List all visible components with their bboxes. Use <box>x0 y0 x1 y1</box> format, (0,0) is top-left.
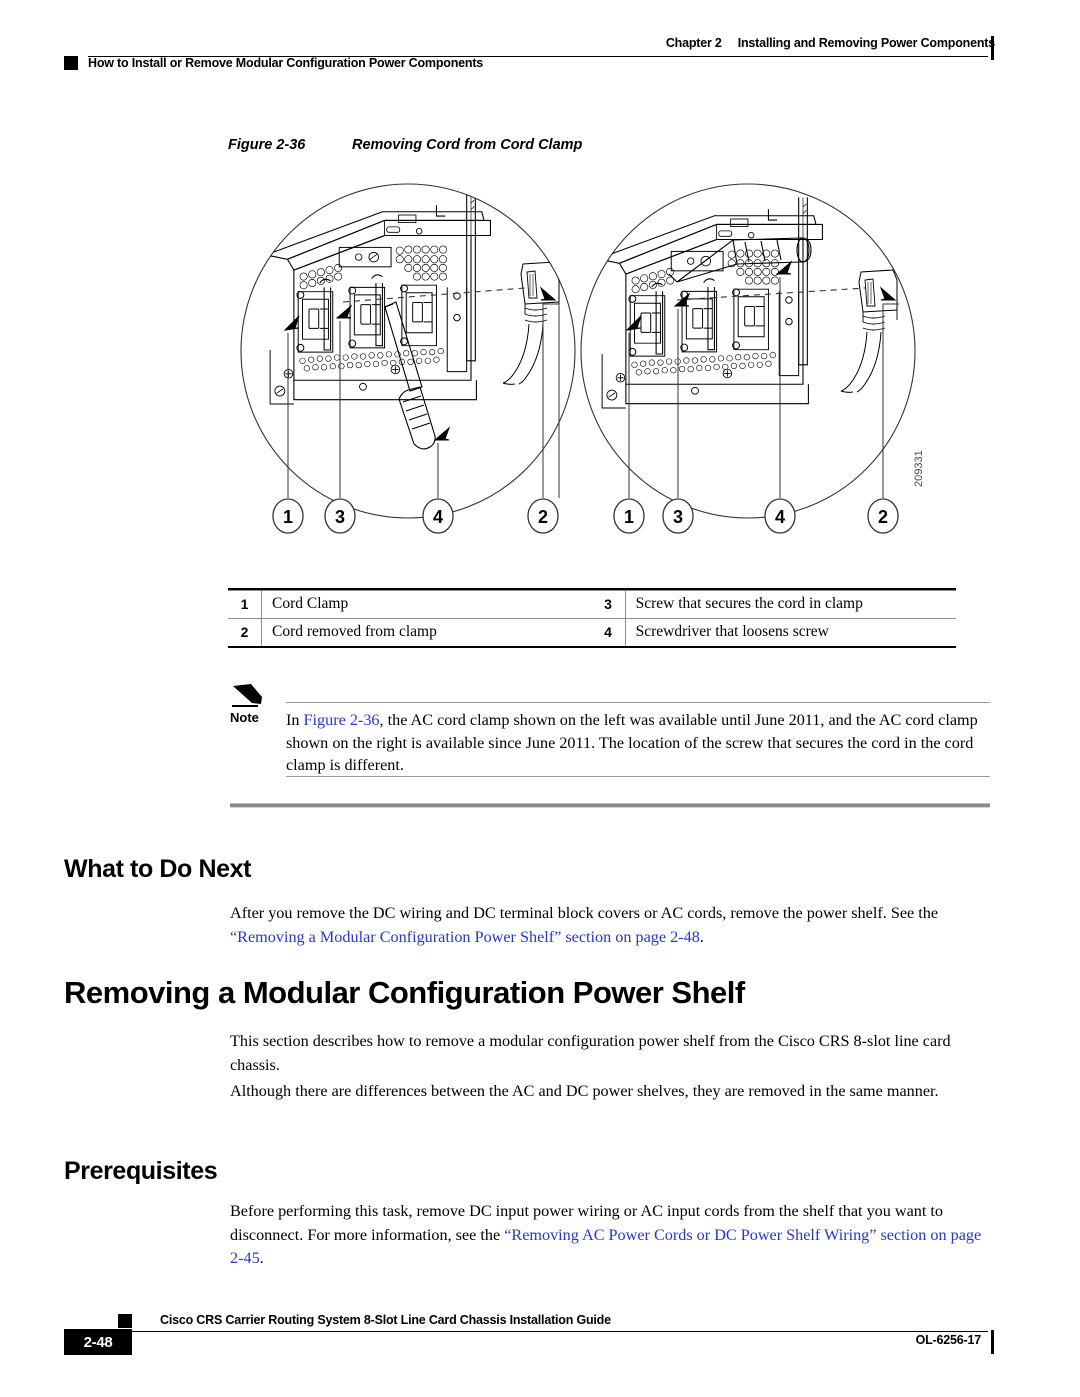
paragraph-main-1: This section describes how to remove a m… <box>230 1032 951 1074</box>
figure-label: Figure 2-36 <box>228 137 306 153</box>
note-text: In Figure 2-36, the AC cord clamp shown … <box>286 709 994 777</box>
page-footer: Cisco CRS Carrier Routing System 8-Slot … <box>0 1300 1080 1390</box>
legend-number: 3 <box>591 590 626 619</box>
legend-number: 1 <box>228 590 262 619</box>
footer-edge-tick <box>991 1330 994 1354</box>
figure-caption: Figure 2-36 Removing Cord from Cord Clamp <box>228 137 582 153</box>
footer-doc-id: OL-6256-17 <box>915 1333 982 1347</box>
page-header: Chapter 2 Installing and Removing Power C… <box>0 0 1080 90</box>
callout-2-right: 2 <box>867 498 899 534</box>
svg-text:4: 4 <box>433 507 443 527</box>
header-section-title: How to Install or Remove Modular Configu… <box>88 56 484 70</box>
callout-1-left: 1 <box>272 498 304 534</box>
callout-3-left: 3 <box>324 498 356 534</box>
legend-text: Cord Clamp <box>260 590 592 619</box>
page-number-badge: 2-48 <box>64 1329 132 1355</box>
pencil-icon <box>231 682 265 708</box>
figure-title: Removing Cord from Cord Clamp <box>352 137 583 153</box>
callout-4-right: 4 <box>764 498 796 534</box>
illustration-left-clamp: 1 3 4 2 <box>240 183 576 534</box>
legend-text: Cord removed from clamp <box>260 618 592 648</box>
svg-text:2: 2 <box>538 507 548 527</box>
note-top-rule <box>286 702 990 703</box>
heading-removing-power-shelf: Removing a Modular Configuration Power S… <box>64 975 745 1010</box>
legend-number: 2 <box>228 618 262 648</box>
table-row: 2 Cord removed from clamp 4 Screwdriver … <box>228 618 956 648</box>
cross-reference-link[interactable]: “Removing a Modular Configuration Power … <box>230 928 700 946</box>
paragraph-what-to-do-next: After you remove the DC wiring and DC te… <box>230 902 994 949</box>
paragraph-main-2: Although there are differences between t… <box>230 1082 939 1100</box>
svg-text:3: 3 <box>673 507 683 527</box>
header-chapter-title: Installing and Removing Power Components <box>737 36 996 50</box>
footer-bullet-square <box>118 1314 132 1328</box>
figure-art-id: 209331 <box>913 450 925 487</box>
paragraph-prerequisites: Before performing this task, remove DC i… <box>230 1200 994 1271</box>
footer-document-title: Cisco CRS Carrier Routing System 8-Slot … <box>160 1313 611 1327</box>
legend-number: 4 <box>591 618 626 648</box>
paragraph-suffix: . <box>259 1249 264 1267</box>
table-row: 1 Cord Clamp 3 Screw that secures the co… <box>228 590 956 619</box>
legend-text: Screw that secures the cord in clamp <box>624 590 956 619</box>
heading-what-to-do-next: What to Do Next <box>64 855 252 883</box>
callout-2-left: 2 <box>527 498 559 534</box>
note-prefix: In <box>286 711 304 729</box>
svg-text:3: 3 <box>335 507 345 527</box>
svg-text:1: 1 <box>283 507 293 527</box>
footer-rule <box>88 1331 988 1332</box>
note-body: , the AC cord clamp shown on the left wa… <box>286 711 978 774</box>
note-figure-link[interactable]: Figure 2-36 <box>304 711 380 729</box>
legend-text: Screwdriver that loosens screw <box>624 618 956 648</box>
callout-3-right: 3 <box>662 498 694 534</box>
paragraph-text: After you remove the DC wiring and DC te… <box>230 904 939 922</box>
header-edge-tick <box>991 36 994 60</box>
header-chapter-info: Chapter 2 Installing and Removing Power C… <box>666 36 995 50</box>
callout-4-left: 4 <box>422 498 454 534</box>
heading-prerequisites: Prerequisites <box>64 1157 218 1185</box>
figure-illustration: 1 3 4 2 1 3 4 2 <box>225 178 955 553</box>
header-chapter-number: Chapter 2 <box>665 36 722 50</box>
svg-text:2: 2 <box>878 507 888 527</box>
header-bullet-square <box>64 56 78 70</box>
note-bottom-rule <box>286 776 990 777</box>
note-label: Note <box>230 710 259 725</box>
section-divider <box>230 803 990 808</box>
callout-1-right: 1 <box>613 498 645 534</box>
svg-text:4: 4 <box>775 507 785 527</box>
paragraph-suffix: . <box>699 927 704 946</box>
illustration-right-clamp: 1 3 4 2 <box>580 183 916 534</box>
svg-text:1: 1 <box>624 507 634 527</box>
figure-legend-table: 1 Cord Clamp 3 Screw that secures the co… <box>228 588 956 648</box>
